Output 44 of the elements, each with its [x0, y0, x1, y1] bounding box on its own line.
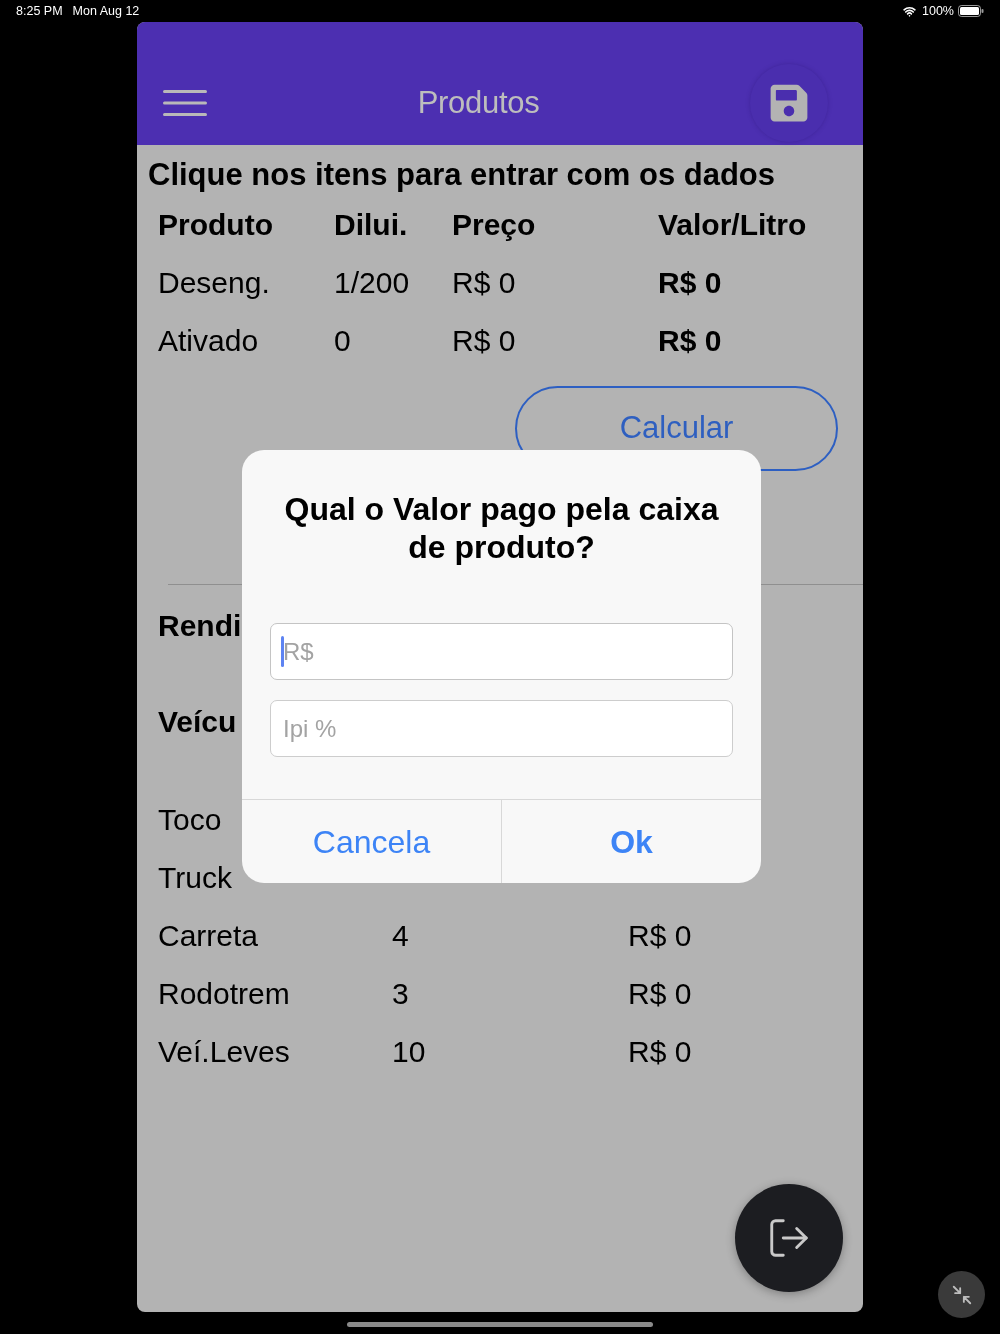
table-cell-text: Truck: [158, 859, 232, 896]
table-cell-text: 4: [392, 917, 409, 954]
table-cell-text: R$ 0: [628, 1033, 692, 1070]
input-field[interactable]: R$: [270, 623, 733, 680]
table-cell-text: R$ 0: [658, 322, 722, 359]
status-date: Mon Aug 12: [72, 2, 140, 20]
table-cell-text: 3: [392, 975, 409, 1012]
header-title: Produtos: [417, 83, 540, 122]
logout-button[interactable]: [735, 1184, 843, 1292]
table-cell-text: Veí.Leves: [158, 1033, 290, 1070]
table-cell-text: Carreta: [158, 917, 259, 954]
table-cell-text: 10: [392, 1033, 426, 1070]
table-cell-text: R$ 0: [658, 264, 722, 301]
column-header: Preço: [452, 206, 536, 243]
table-cell-text: Rodotrem: [158, 975, 290, 1012]
menu-icon: [163, 90, 207, 116]
table-cell-text: R$ 0: [628, 917, 692, 954]
table-cell-text: R$ 0: [628, 975, 692, 1012]
collapse-arrows-icon: [950, 1283, 973, 1306]
column-header: Dilui.: [334, 206, 408, 243]
battery-percent: 100%: [922, 2, 954, 20]
battery-icon: [958, 5, 984, 17]
instructions-text: Clique nos itens para entrar com os dados: [148, 157, 776, 192]
column-header: Valor/Litro: [658, 206, 807, 243]
input-field[interactable]: Ipi %: [270, 700, 733, 757]
collapse-button[interactable]: [938, 1271, 985, 1318]
table-cell-text: R$ 0: [452, 322, 516, 359]
wifi-icon: [902, 4, 917, 18]
table-cell-text: Ativado: [158, 322, 259, 359]
section-heading: Rendi: [158, 607, 242, 644]
menu-button[interactable]: [163, 90, 207, 116]
table-cell-text: R$ 0: [452, 264, 516, 301]
table-cell-text: Deseng.: [158, 264, 270, 301]
ok-button[interactable]: Ok: [502, 800, 761, 883]
cancel-button[interactable]: Cancela: [242, 800, 502, 883]
dialog-title: Qual o Valor pago pela caixa de produto?: [283, 490, 720, 566]
column-header: Produto: [158, 206, 273, 243]
table-cell-text: Toco: [158, 801, 222, 838]
save-button[interactable]: [750, 64, 828, 142]
text-cursor: [281, 636, 284, 667]
table-cell-text: 0: [334, 322, 351, 359]
table-cell-text: 1/200: [334, 264, 410, 301]
status-time: 8:25 PM: [16, 2, 63, 20]
section-heading: Veícu: [158, 703, 237, 740]
